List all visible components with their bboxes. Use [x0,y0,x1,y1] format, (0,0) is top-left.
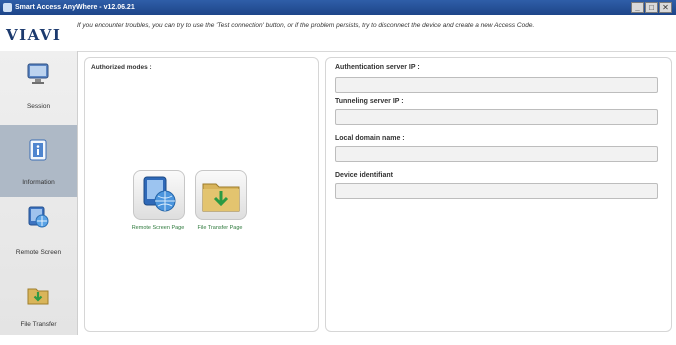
file-transfer-icon [26,283,50,307]
auth-server-ip-field [335,77,658,93]
sidebar-item-label: Information [22,179,55,186]
sidebar-item-session[interactable]: Session [0,51,77,123]
title-bar: Smart Access AnyWhere - v12.06.21 _ □ ✕ [0,0,676,15]
sidebar-item-label: Session [26,103,51,110]
help-notice: If you encounter troubles, you can try t… [77,22,535,29]
viavi-logo: VIAVI [6,26,62,44]
tunneling-server-ip-label: Tunneling server IP : [335,98,404,105]
sidebar-item-label: Remote Screen [15,249,62,256]
remote-screen-icon [26,205,50,229]
remote-screen-page-label: Remote Screen Page [131,225,185,231]
file-transfer-page-label: File Transfer Page [197,225,243,231]
maximize-button[interactable]: □ [645,2,658,13]
tunneling-server-ip-field [335,109,658,125]
header: VIAVI If you encounter troubles, you can… [0,15,676,52]
local-domain-name-label: Local domain name : [335,135,405,142]
authorized-modes-panel: Authorized modes : Remote Screen Page Fi… [84,57,319,332]
sidebar: Session Information Remote Screen File T… [0,51,78,335]
auth-server-ip-label: Authentication server IP : [335,64,420,71]
session-icon [26,61,50,85]
folder-download-icon [195,170,247,220]
sidebar-item-label: File Transfer [20,321,57,328]
sidebar-item-remote-screen[interactable]: Remote Screen [0,199,77,271]
remote-screen-tile-icon [133,170,185,220]
information-icon [26,138,50,162]
sidebar-item-information[interactable]: Information [0,125,77,197]
app-window: Smart Access AnyWhere - v12.06.21 _ □ ✕ … [0,0,676,335]
app-icon [3,3,12,12]
local-domain-name-field [335,146,658,162]
device-identifiant-label: Device identifiant [335,172,393,179]
authorized-modes-title: Authorized modes : [91,64,152,71]
sidebar-item-file-transfer[interactable]: File Transfer [0,273,77,345]
window-title: Smart Access AnyWhere - v12.06.21 [15,4,135,11]
close-button[interactable]: ✕ [659,2,672,13]
window-controls: _ □ ✕ [631,2,672,13]
minimize-button[interactable]: _ [631,2,644,13]
device-identifiant-field [335,183,658,199]
connection-info-panel: Authentication server IP : Tunneling ser… [325,57,672,332]
